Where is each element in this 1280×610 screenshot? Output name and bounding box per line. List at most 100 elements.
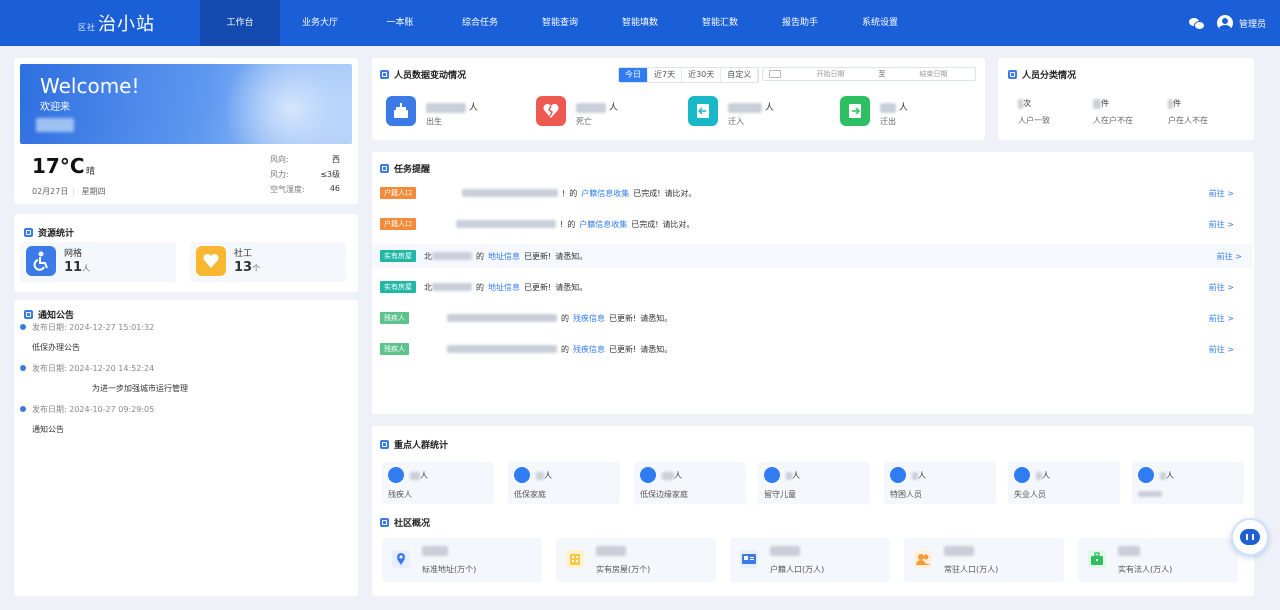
task-status: 已完成!: [631, 219, 659, 229]
weather-label: 风力:: [270, 170, 289, 179]
task-link[interactable]: 户籍信息收集: [581, 188, 629, 199]
resource-value: 11人: [64, 260, 90, 275]
go-button[interactable]: 前往 >: [1209, 219, 1234, 230]
key-group-other[interactable]: 人: [1132, 462, 1244, 504]
logo-prefix: 区社: [78, 23, 96, 32]
key-group-unit: 人: [1166, 471, 1174, 480]
task-link[interactable]: 地址信息: [488, 282, 520, 293]
weather-value: 46: [329, 184, 340, 193]
app-logo[interactable]: 区社 治小站: [78, 10, 155, 36]
class-item[interactable]: 件 人在户不在: [1093, 98, 1133, 126]
change-value: 人: [576, 100, 618, 113]
redacted-value: [1160, 471, 1166, 480]
community-legal-entities[interactable]: 实有法人(万人): [1078, 538, 1238, 582]
welcome-name-redacted: [36, 118, 74, 132]
key-group-unemployed[interactable]: 人 失业人员: [1008, 462, 1120, 504]
task-of: 的: [561, 313, 569, 323]
child-icon: [764, 467, 780, 483]
class-item[interactable]: 件 户在人不在: [1168, 98, 1208, 126]
community-standard-address[interactable]: 标准地址(万个): [382, 538, 542, 582]
task-prefix: 北: [424, 282, 432, 292]
redacted-text: [432, 283, 472, 291]
task-link[interactable]: 残疾信息: [573, 344, 605, 355]
go-button[interactable]: 前往 >: [1209, 313, 1234, 324]
community-label: 实有房屋(万个): [596, 565, 651, 574]
nav-item-settings[interactable]: 系统设置: [840, 0, 920, 46]
change-value: 人: [728, 100, 774, 113]
tab-7-days[interactable]: 近7天: [648, 68, 683, 82]
end-date-input[interactable]: 结束日期: [892, 69, 975, 79]
weather-row-wind-direction: 风向: 西: [270, 154, 340, 169]
notice-text: 通知公告: [32, 425, 64, 434]
notice-date: 发布日期: 2024-12-20 14:52:24: [20, 363, 188, 374]
class-label: 人户一致: [1018, 116, 1050, 125]
notice-item[interactable]: 发布日期: 2024-12-27 15:01:32 低保办理公告: [20, 322, 154, 353]
task-link[interactable]: 地址信息: [488, 251, 520, 262]
resource-social-worker[interactable]: 社工 13个: [190, 242, 346, 282]
tab-30-days[interactable]: 近30天: [682, 68, 722, 82]
task-tag: 户籍人口: [380, 218, 416, 230]
users-icon: [914, 550, 932, 568]
key-group-left-behind-children[interactable]: 人 留守儿童: [758, 462, 870, 504]
redacted-value: [422, 546, 448, 556]
community-value: [944, 546, 974, 557]
classification-title: 人员分类情况: [1008, 68, 1076, 81]
date-range-picker[interactable]: 开始日期 至 结束日期: [762, 67, 976, 81]
move-out-icon: [840, 96, 870, 126]
nav-item-tasks[interactable]: 综合任务: [440, 0, 520, 46]
start-date-input[interactable]: 开始日期: [789, 69, 872, 79]
redacted-value: [880, 102, 896, 113]
key-group-value: 人: [410, 470, 428, 481]
notice-item[interactable]: 发布日期: 2024-10-27 09:29:05 通知公告: [20, 404, 154, 435]
go-button[interactable]: 前往 >: [1217, 251, 1242, 262]
nav-item-workbench[interactable]: 工作台: [200, 0, 280, 46]
move-in-icon: [688, 96, 718, 126]
key-group-value: 人: [1036, 470, 1050, 481]
tab-custom[interactable]: 自定义: [721, 68, 759, 82]
task-link[interactable]: 户籍信息收集: [579, 219, 627, 230]
wechat-icon[interactable]: [1188, 17, 1205, 30]
tasks-title: 任务提醒: [380, 162, 430, 175]
user-menu[interactable]: 管理员: [1216, 15, 1266, 31]
nav-item-business-hall[interactable]: 业务大厅: [280, 0, 360, 46]
banner-decoration: [212, 64, 352, 144]
task-link[interactable]: 残疾信息: [573, 313, 605, 324]
redacted-value: [786, 471, 792, 480]
community-registered-population[interactable]: 户籍人口(万人): [730, 538, 890, 582]
community-housing[interactable]: 实有房屋(万个): [556, 538, 716, 582]
resource-grid[interactable]: 网格 11人: [20, 242, 176, 282]
section-icon: [380, 70, 389, 79]
key-group-extreme-poverty[interactable]: 人 特困人员: [884, 462, 996, 504]
go-button[interactable]: 前往 >: [1209, 344, 1234, 355]
nav-item-report-assistant[interactable]: 报告助手: [760, 0, 840, 46]
home-icon: [640, 467, 656, 483]
task-note: 请比对。: [664, 188, 697, 198]
redacted-value: [1018, 98, 1023, 109]
community-resident-population[interactable]: 常驻人口(万人): [904, 538, 1064, 582]
key-group-near-low-income[interactable]: 人 低保边缘家庭: [634, 462, 746, 504]
section-icon: [380, 164, 389, 173]
task-row: 实有房屋 北 的 地址信息 已更新! 请悉知。 前往 >: [372, 244, 1252, 268]
section-icon: [1008, 70, 1017, 79]
key-group-label: 低保家庭: [514, 490, 546, 499]
task-note: 请悉知。: [640, 344, 673, 354]
nav-item-smart-query[interactable]: 智能查询: [520, 0, 600, 46]
notice-item[interactable]: 发布日期: 2024-12-20 14:52:24 为进一步加强城市运行管理: [20, 363, 188, 394]
key-group-disabled[interactable]: 人 残疾人: [382, 462, 494, 504]
class-item[interactable]: 次 人户一致: [1018, 98, 1050, 126]
tab-today[interactable]: 今日: [619, 68, 648, 82]
go-button[interactable]: 前往 >: [1209, 188, 1234, 199]
resource-value: 13个: [234, 260, 260, 275]
key-group-low-income[interactable]: 人 低保家庭: [508, 462, 620, 504]
nav-item-smart-aggregate[interactable]: 智能汇数: [680, 0, 760, 46]
notices-title: 通知公告: [24, 308, 74, 321]
task-row: 实有房屋 北 的 地址信息 已更新! 请悉知。 前往 >: [380, 275, 1244, 299]
go-button[interactable]: 前往 >: [1209, 282, 1234, 293]
nav-item-smart-fill[interactable]: 智能填数: [600, 0, 680, 46]
community-label: 实有法人(万人): [1118, 565, 1173, 574]
assistant-robot-button[interactable]: [1231, 518, 1269, 556]
task-tag: 实有房屋: [380, 281, 416, 293]
nav-item-ledger[interactable]: 一本账: [360, 0, 440, 46]
task-row: 户籍人口 ! 的 户籍信息收集 已完成! 请比对。 前往 >: [380, 212, 1244, 236]
key-group-unit: 人: [792, 471, 800, 480]
